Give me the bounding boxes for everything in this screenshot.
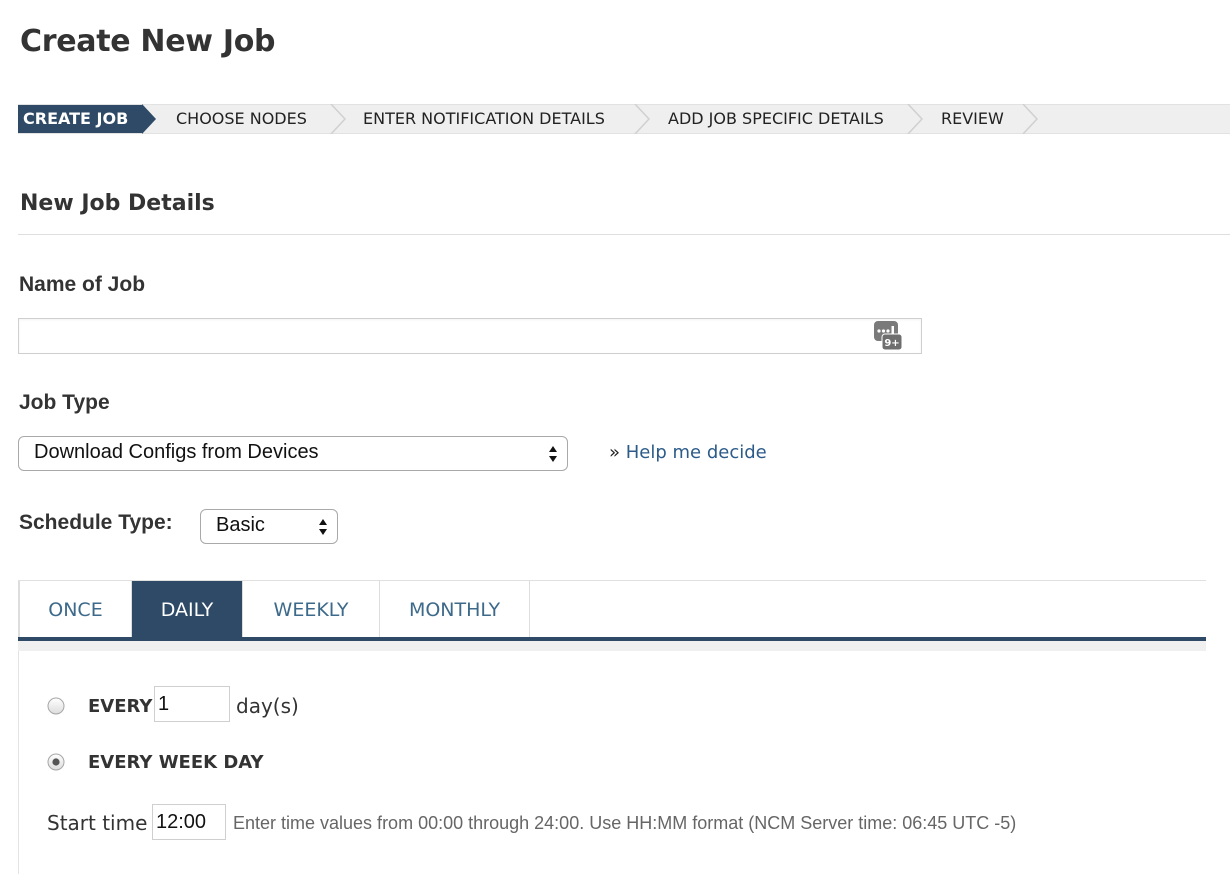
tab-panel-border [18, 651, 19, 874]
radio-selected-icon[interactable] [47, 753, 65, 771]
keyboard-badge-icon[interactable]: 9+ [873, 320, 903, 352]
wizard-step-review[interactable]: REVIEW [941, 105, 1004, 133]
tab-weekly[interactable]: WEEKLY [243, 581, 380, 638]
schedule-type-value: Basic [216, 514, 265, 536]
help-me-decide-link[interactable]: Help me decide [626, 442, 767, 463]
chevron-right-icon [1022, 104, 1038, 134]
help-prefix: » [609, 442, 621, 463]
chevron-right-icon [634, 104, 650, 134]
page-title: Create New Job [20, 24, 276, 59]
badge-count: 9+ [884, 338, 899, 349]
job-name-label: Name of Job [19, 273, 146, 296]
wizard-arrow-active-icon [142, 104, 156, 134]
every-days-input[interactable]: 1 [154, 686, 230, 722]
chevron-right-icon [907, 104, 923, 134]
chevron-right-icon [330, 104, 346, 134]
job-type-label: Job Type [19, 391, 110, 414]
job-name-input[interactable] [18, 318, 922, 354]
wizard-step-choose-nodes[interactable]: CHOOSE NODES [176, 105, 307, 133]
schedule-type-label: Schedule Type: [19, 511, 173, 534]
job-type-select[interactable]: Download Configs from Devices [18, 436, 568, 471]
help-me-decide: » Help me decide [609, 442, 767, 463]
wizard-step-create-job[interactable]: CREATE JOB [18, 105, 142, 133]
start-time-input[interactable]: 12:00 [152, 804, 226, 840]
every-week-day-label: EVERY WEEK DAY [88, 752, 264, 773]
job-type-value: Download Configs from Devices [34, 441, 319, 463]
wizard-steps: CREATE JOB CHOOSE NODES ENTER NOTIFICATI… [18, 104, 1230, 134]
days-unit-label: day(s) [236, 694, 299, 718]
tab-monthly[interactable]: MONTHLY [380, 581, 530, 638]
tabs-panel-shadow [18, 641, 1206, 651]
section-divider [18, 234, 1230, 235]
schedule-type-select[interactable]: Basic [200, 509, 338, 544]
select-arrows-icon [549, 446, 557, 462]
wizard-step-job-specific-details[interactable]: ADD JOB SPECIFIC DETAILS [668, 105, 884, 133]
start-time-hint: Enter time values from 00:00 through 24:… [233, 813, 1017, 833]
start-time-label: Start time [47, 811, 148, 835]
section-title: New Job Details [20, 191, 215, 216]
wizard-step-notification-details[interactable]: ENTER NOTIFICATION DETAILS [363, 105, 605, 133]
select-arrows-icon [319, 519, 327, 535]
tab-once[interactable]: ONCE [20, 581, 132, 638]
radio-unselected-icon[interactable] [47, 697, 65, 715]
every-label: EVERY [88, 696, 153, 717]
tab-daily[interactable]: DAILY [132, 581, 243, 638]
